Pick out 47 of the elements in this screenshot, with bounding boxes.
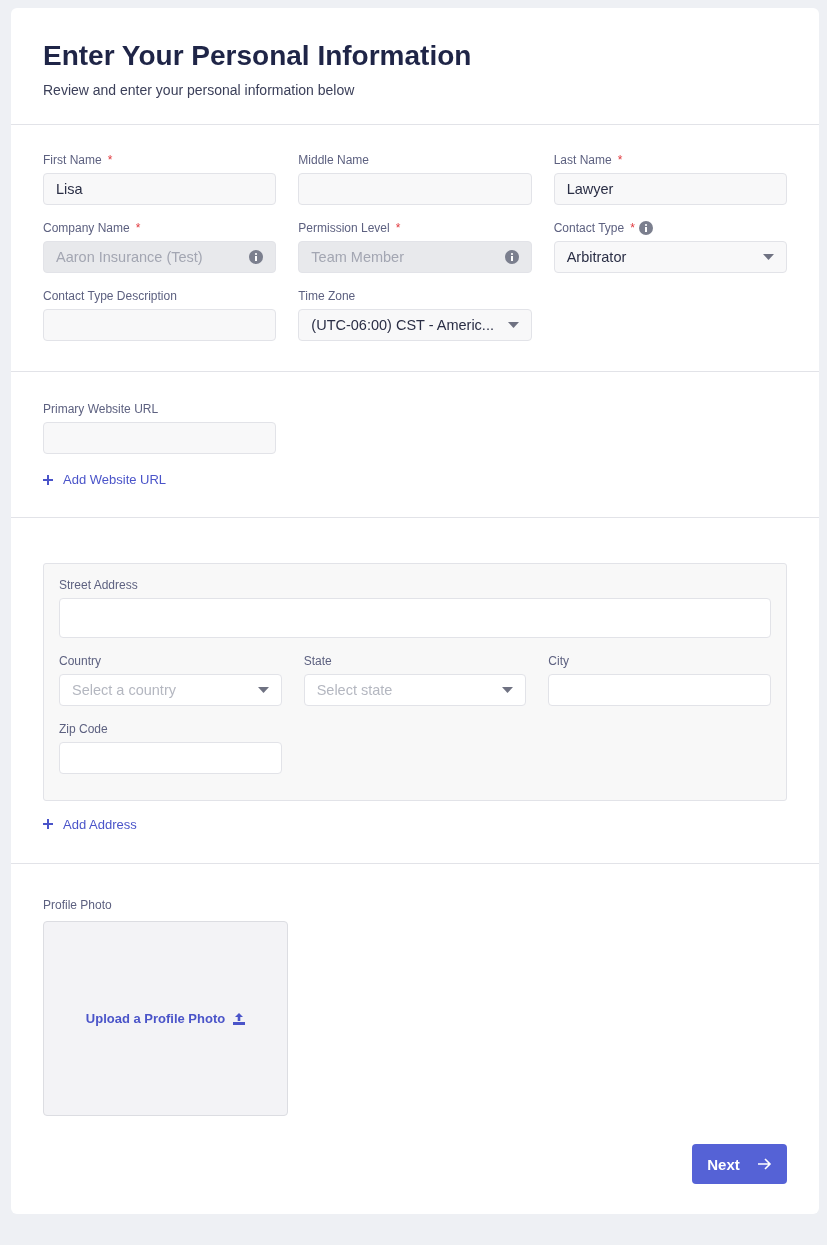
field-label: Company Name — [43, 221, 130, 235]
required-mark: * — [395, 221, 401, 235]
input-field[interactable] — [43, 309, 277, 341]
required-mark: * — [617, 153, 623, 167]
add-website-link[interactable]: Add Website URL — [43, 472, 167, 487]
required-mark: * — [630, 221, 635, 235]
plus-icon — [43, 474, 53, 485]
input-field[interactable] — [548, 674, 771, 706]
field-label: Contact Type Description — [43, 289, 177, 303]
field-label: Middle Name — [298, 153, 370, 167]
input-field[interactable]: Lisa — [43, 173, 277, 205]
field-label: Country — [59, 654, 102, 668]
field-label: Profile Photo — [43, 898, 112, 912]
caret-icon — [257, 687, 269, 693]
input-field[interactable]: Lawyer — [553, 173, 787, 205]
upload-icon — [233, 1012, 246, 1025]
info-icon — [638, 221, 653, 235]
input-field[interactable] — [59, 598, 771, 638]
info-icon — [504, 250, 519, 264]
required-mark: * — [135, 221, 141, 235]
select-field[interactable]: (UTC-06:00) CST - Americ... — [298, 309, 532, 341]
field-label: Time Zone — [298, 289, 356, 303]
page-title: Enter Your Personal Information — [43, 40, 473, 72]
field-label: Zip Code — [59, 722, 108, 736]
field-label: Contact Type — [553, 221, 625, 235]
upload-photo-button[interactable]: Upload a Profile Photo — [43, 921, 288, 1116]
field-label: First Name — [43, 153, 102, 167]
field-label: Permission Level — [298, 221, 390, 235]
input-field[interactable] — [43, 422, 276, 454]
field-label: State — [303, 654, 332, 668]
input-field[interactable] — [59, 742, 282, 774]
field-label: City — [548, 654, 569, 668]
caret-icon — [502, 687, 514, 693]
arrow-right-icon — [757, 1158, 772, 1170]
caret-icon — [763, 254, 774, 260]
field-label: Primary Website URL — [43, 402, 159, 416]
field-label: Street Address — [59, 578, 138, 592]
field-label: Last Name — [553, 153, 612, 167]
info-icon — [249, 250, 264, 264]
select-field[interactable]: Arbitrator — [553, 241, 787, 273]
required-mark: * — [107, 153, 113, 167]
input-field[interactable] — [298, 173, 532, 205]
add-address-link[interactable]: Add Address — [43, 816, 137, 832]
caret-icon — [507, 322, 519, 328]
page-subtitle: Review and enter your personal information below — [43, 82, 356, 98]
plus-icon — [43, 819, 53, 829]
next-button[interactable]: Next — [692, 1144, 787, 1184]
